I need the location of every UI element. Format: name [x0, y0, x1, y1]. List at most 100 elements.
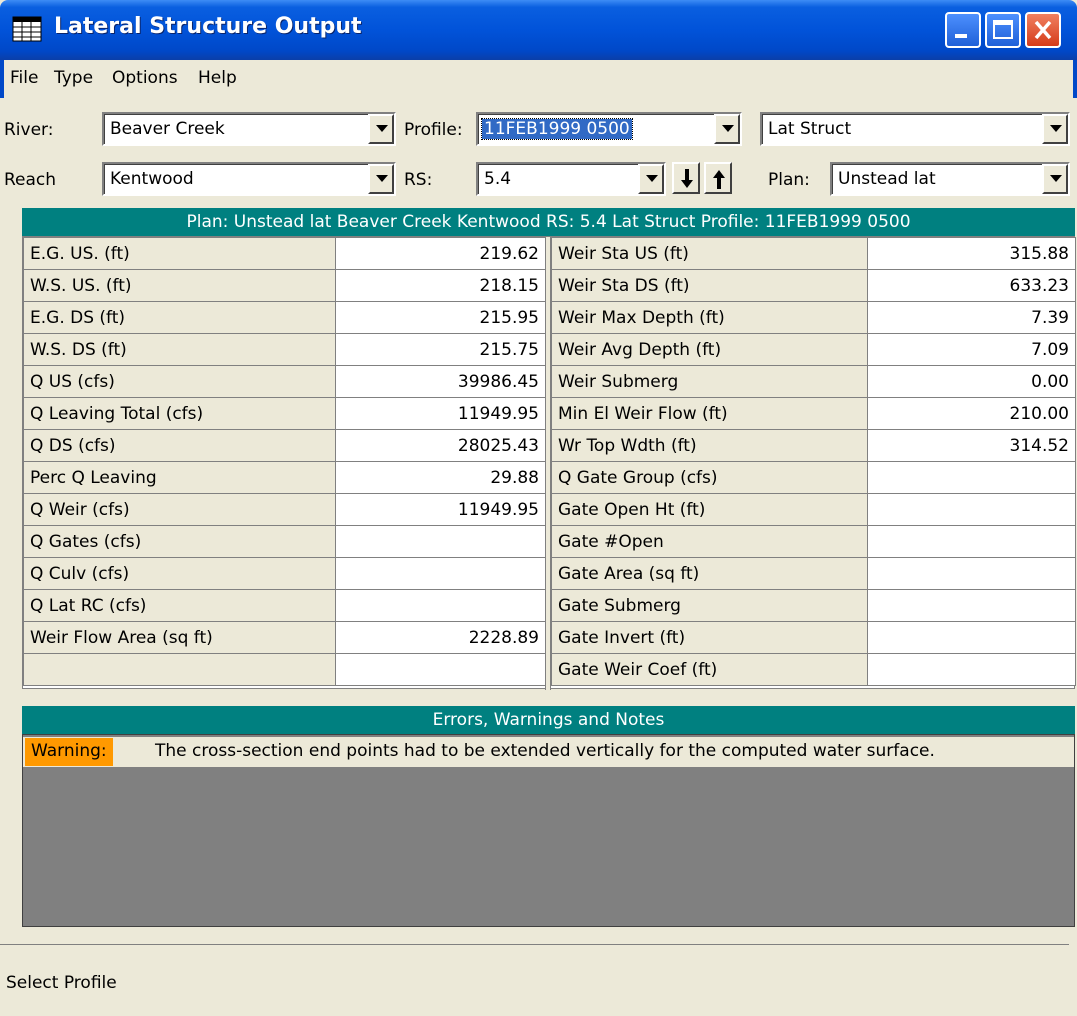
- left-table-row: Perc Q Leaving 29.88: [23, 461, 546, 494]
- rs-dropdown-button[interactable]: [638, 164, 664, 194]
- plan-select[interactable]: Unstead lat: [830, 162, 1070, 196]
- left-table-value-cell: 218.15: [335, 269, 546, 302]
- structure-select[interactable]: Lat Struct: [760, 112, 1070, 146]
- left-table-value-cell: 219.62: [335, 237, 546, 270]
- right-table-value-cell: [867, 557, 1076, 590]
- reach-value: Kentwood: [110, 169, 194, 189]
- right-table-value-cell: 7.39: [867, 301, 1076, 334]
- chevron-down-icon: [376, 175, 388, 182]
- right-table-value-cell: 7.09: [867, 333, 1076, 366]
- right-table-label-cell: Weir Sta US (ft): [551, 237, 868, 270]
- arrow-up-icon: [713, 170, 725, 189]
- left-table-row: Q Lat RC (cfs): [23, 589, 546, 622]
- right-table-label-cell: Weir Avg Depth (ft): [551, 333, 868, 366]
- right-table-label-cell: Gate Weir Coef (ft): [551, 653, 868, 686]
- river-value: Beaver Creek: [110, 119, 225, 139]
- menu-help[interactable]: Help: [198, 68, 237, 88]
- right-table-row: Gate Weir Coef (ft): [551, 653, 1076, 686]
- right-table-value-cell: [867, 621, 1076, 654]
- plan-label: Plan:: [768, 170, 810, 190]
- left-table-value-cell: 2228.89: [335, 621, 546, 654]
- right-table-value-cell: [867, 461, 1076, 494]
- left-table-row: E.G. US. (ft) 219.62: [23, 237, 546, 270]
- left-table-label-cell: [23, 653, 336, 686]
- menu-file[interactable]: File: [10, 68, 38, 88]
- status-bar: Select Profile: [0, 944, 1069, 1016]
- right-table-label-cell: Gate Area (sq ft): [551, 557, 868, 590]
- chevron-down-icon: [1050, 125, 1062, 132]
- warning-tag: Warning:: [25, 738, 113, 766]
- left-table-label-cell: Q Leaving Total (cfs): [23, 397, 336, 430]
- reach-dropdown-button[interactable]: [368, 164, 394, 194]
- warning-message: The cross-section end points had to be e…: [155, 741, 935, 761]
- structure-dropdown-button[interactable]: [1042, 114, 1068, 144]
- plan-dropdown-button[interactable]: [1042, 164, 1068, 194]
- right-table-row: Gate Open Ht (ft): [551, 493, 1076, 526]
- chevron-down-icon: [1050, 175, 1062, 182]
- left-table-value-cell: 11949.95: [335, 493, 546, 526]
- menu-options[interactable]: Options: [112, 68, 178, 88]
- table-icon: [12, 16, 42, 42]
- left-table-label-cell: Q Gates (cfs): [23, 525, 336, 558]
- right-table-label-cell: Weir Max Depth (ft): [551, 301, 868, 334]
- right-table-label-cell: Q Gate Group (cfs): [551, 461, 868, 494]
- right-table-row: Weir Avg Depth (ft) 7.09: [551, 333, 1076, 366]
- reach-select[interactable]: Kentwood: [102, 162, 396, 196]
- right-table-value-cell: [867, 525, 1076, 558]
- profile-value: 11FEB1999 0500: [481, 118, 633, 140]
- minimize-icon: [955, 34, 967, 38]
- previous-rs-button[interactable]: [704, 162, 732, 194]
- left-table-label-cell: W.S. DS (ft): [23, 333, 336, 366]
- profile-dropdown-button[interactable]: [714, 114, 740, 144]
- left-table-row: Q Culv (cfs): [23, 557, 546, 590]
- left-table-row: Weir Flow Area (sq ft) 2228.89: [23, 621, 546, 654]
- profile-label: Profile:: [404, 120, 463, 140]
- right-table-row: Weir Sta US (ft) 315.88: [551, 237, 1076, 270]
- right-table-value-cell: 210.00: [867, 397, 1076, 430]
- right-table-row: Min El Weir Flow (ft) 210.00: [551, 397, 1076, 430]
- right-table-row: Gate Invert (ft): [551, 621, 1076, 654]
- left-table-label-cell: Perc Q Leaving: [23, 461, 336, 494]
- left-table-value-cell: [335, 525, 546, 558]
- warning-row: Warning: The cross-section end points ha…: [23, 737, 1074, 767]
- right-table-label-cell: Wr Top Wdth (ft): [551, 429, 868, 462]
- status-text: Select Profile: [6, 973, 117, 993]
- left-table-row: E.G. DS (ft) 215.95: [23, 301, 546, 334]
- river-label: River:: [4, 120, 54, 140]
- river-dropdown-button[interactable]: [368, 114, 394, 144]
- title-bar[interactable]: Lateral Structure Output: [0, 0, 1077, 60]
- right-table-label-cell: Gate Invert (ft): [551, 621, 868, 654]
- profile-select[interactable]: 11FEB1999 0500: [476, 112, 742, 146]
- maximize-button[interactable]: [985, 12, 1021, 48]
- left-table-value-cell: 11949.95: [335, 397, 546, 430]
- left-table-label-cell: W.S. US. (ft): [23, 269, 336, 302]
- left-table-label-cell: Q Weir (cfs): [23, 493, 336, 526]
- left-table-label-cell: E.G. US. (ft): [23, 237, 336, 270]
- rs-select[interactable]: 5.4: [476, 162, 666, 196]
- left-table: E.G. US. (ft) 219.62 W.S. US. (ft) 218.15 E.…: [23, 237, 546, 686]
- menu-type[interactable]: Type: [54, 68, 93, 88]
- chevron-down-icon: [376, 125, 388, 132]
- right-table-row: Wr Top Wdth (ft) 314.52: [551, 429, 1076, 462]
- errors-panel[interactable]: Warning: The cross-section end points ha…: [22, 734, 1075, 927]
- arrow-down-icon: [681, 169, 693, 188]
- left-table-row: Q US (cfs) 39986.45: [23, 365, 546, 398]
- left-table-label-cell: Q US (cfs): [23, 365, 336, 398]
- left-table-row: W.S. US. (ft) 218.15: [23, 269, 546, 302]
- next-rs-button[interactable]: [672, 162, 700, 194]
- left-table-value-cell: 215.75: [335, 333, 546, 366]
- right-table-value-cell: 315.88: [867, 237, 1076, 270]
- right-table-row: Gate #Open: [551, 525, 1076, 558]
- menu-bar: File Type Options Help: [0, 60, 1077, 98]
- right-table-value-cell: 314.52: [867, 429, 1076, 462]
- close-button[interactable]: [1025, 12, 1061, 48]
- left-table-label-cell: Weir Flow Area (sq ft): [23, 621, 336, 654]
- right-table-label-cell: Gate #Open: [551, 525, 868, 558]
- left-table-row: W.S. DS (ft) 215.75: [23, 333, 546, 366]
- right-table-value-cell: [867, 653, 1076, 686]
- minimize-button[interactable]: [945, 12, 981, 48]
- left-table-label-cell: Q Lat RC (cfs): [23, 589, 336, 622]
- river-select[interactable]: Beaver Creek: [102, 112, 396, 146]
- right-table-row: Weir Submerg 0.00: [551, 365, 1076, 398]
- left-table-value-cell: 215.95: [335, 301, 546, 334]
